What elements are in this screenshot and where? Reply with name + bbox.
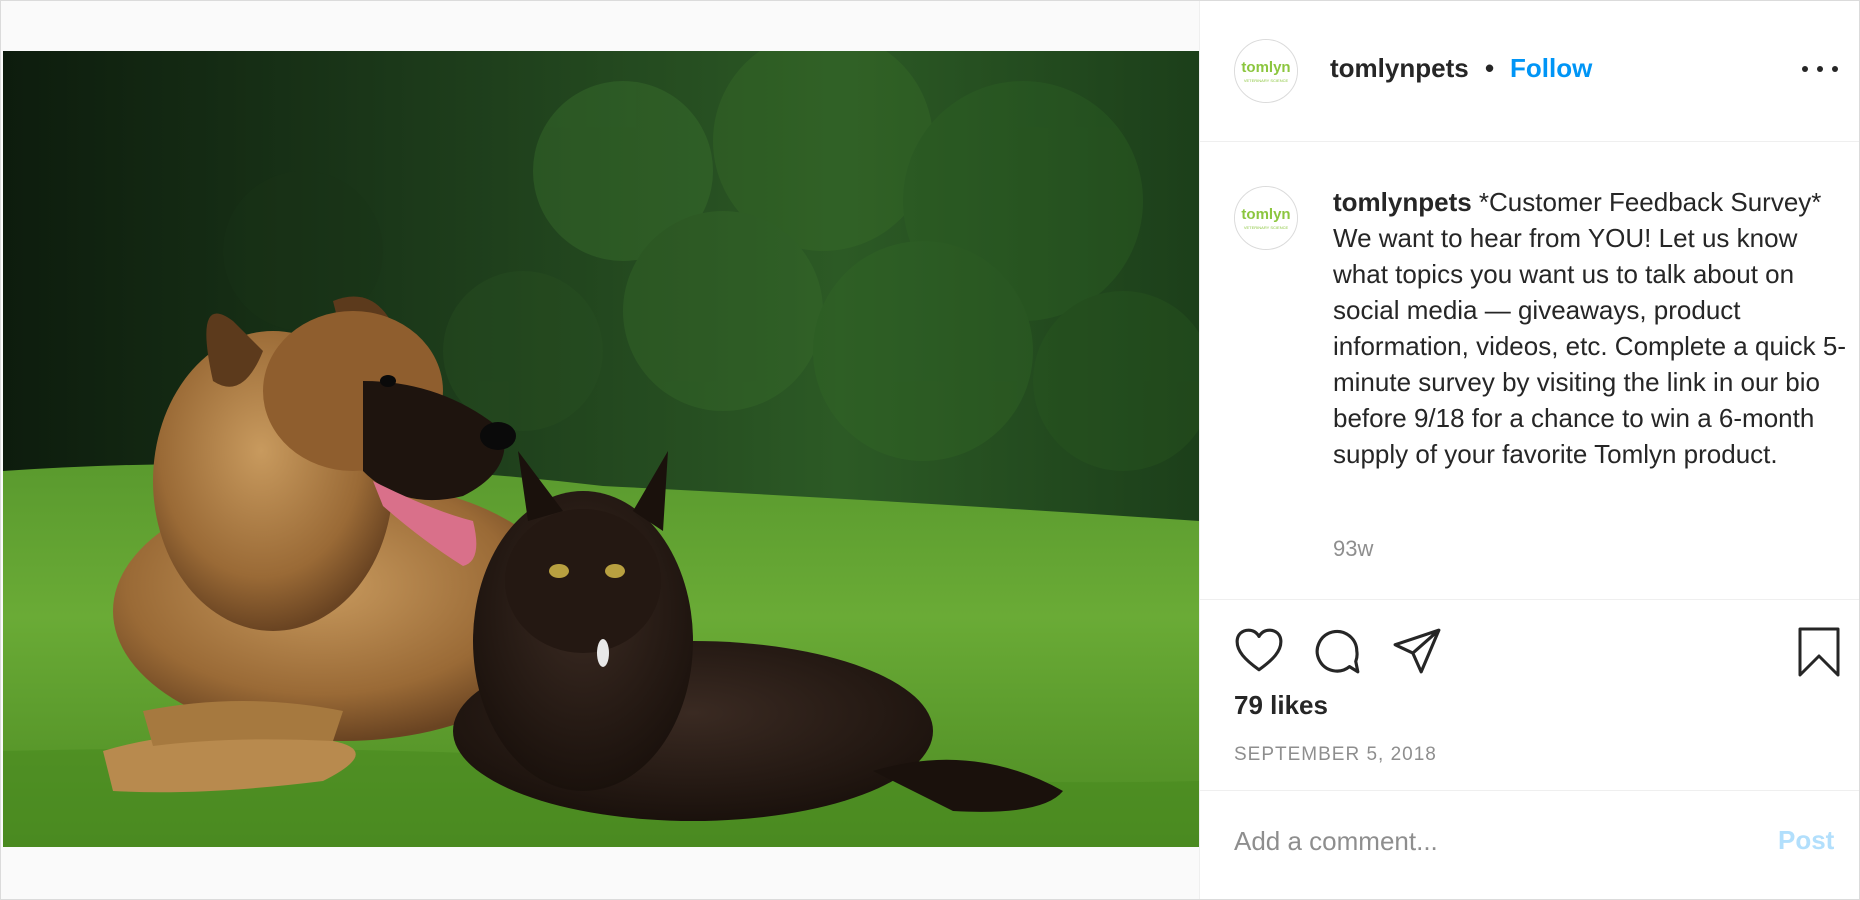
caption: tomlynpets *Customer Feedback Survey* We…	[1333, 184, 1853, 472]
post-date[interactable]: SEPTEMBER 5, 2018	[1234, 744, 1437, 766]
caption-avatar[interactable]: tomlyn VETERINARY SCIENCE	[1234, 186, 1298, 250]
comment-icon[interactable]	[1312, 626, 1362, 676]
post-comment-button[interactable]: Post	[1778, 825, 1834, 856]
caption-section: tomlyn VETERINARY SCIENCE tomlynpets *Cu…	[1200, 142, 1859, 600]
post-side-panel: tomlyn VETERINARY SCIENCE tomlynpets • F…	[1199, 1, 1859, 899]
share-icon[interactable]	[1392, 626, 1442, 676]
post-photo[interactable]	[3, 51, 1199, 847]
heart-icon[interactable]	[1234, 626, 1284, 676]
caption-text: *Customer Feedback Survey* We want to he…	[1333, 187, 1847, 469]
comment-bar: Post	[1200, 791, 1859, 899]
media-area	[1, 1, 1199, 899]
dog-and-cat-photo	[3, 51, 1199, 847]
svg-text:VETERINARY SCIENCE: VETERINARY SCIENCE	[1244, 78, 1289, 83]
post-header: tomlyn VETERINARY SCIENCE tomlynpets • F…	[1200, 1, 1859, 142]
action-section: 79 likes SEPTEMBER 5, 2018	[1200, 600, 1859, 791]
bookmark-icon[interactable]	[1796, 626, 1842, 678]
caption-username[interactable]: tomlynpets	[1333, 187, 1472, 217]
relative-timestamp[interactable]: 93w	[1333, 536, 1373, 562]
svg-text:tomlyn: tomlyn	[1241, 59, 1290, 76]
username-link[interactable]: tomlynpets	[1330, 53, 1469, 84]
comment-input[interactable]	[1234, 821, 1734, 861]
follow-button[interactable]: Follow	[1510, 53, 1592, 84]
svg-text:tomlyn: tomlyn	[1241, 206, 1290, 223]
likes-count[interactable]: 79 likes	[1234, 690, 1328, 721]
post-window: tomlyn VETERINARY SCIENCE tomlynpets • F…	[0, 0, 1860, 900]
avatar[interactable]: tomlyn VETERINARY SCIENCE	[1234, 39, 1298, 103]
separator-dot: •	[1485, 53, 1495, 83]
svg-text:VETERINARY SCIENCE: VETERINARY SCIENCE	[1244, 225, 1289, 230]
more-icon[interactable]	[1800, 61, 1840, 77]
